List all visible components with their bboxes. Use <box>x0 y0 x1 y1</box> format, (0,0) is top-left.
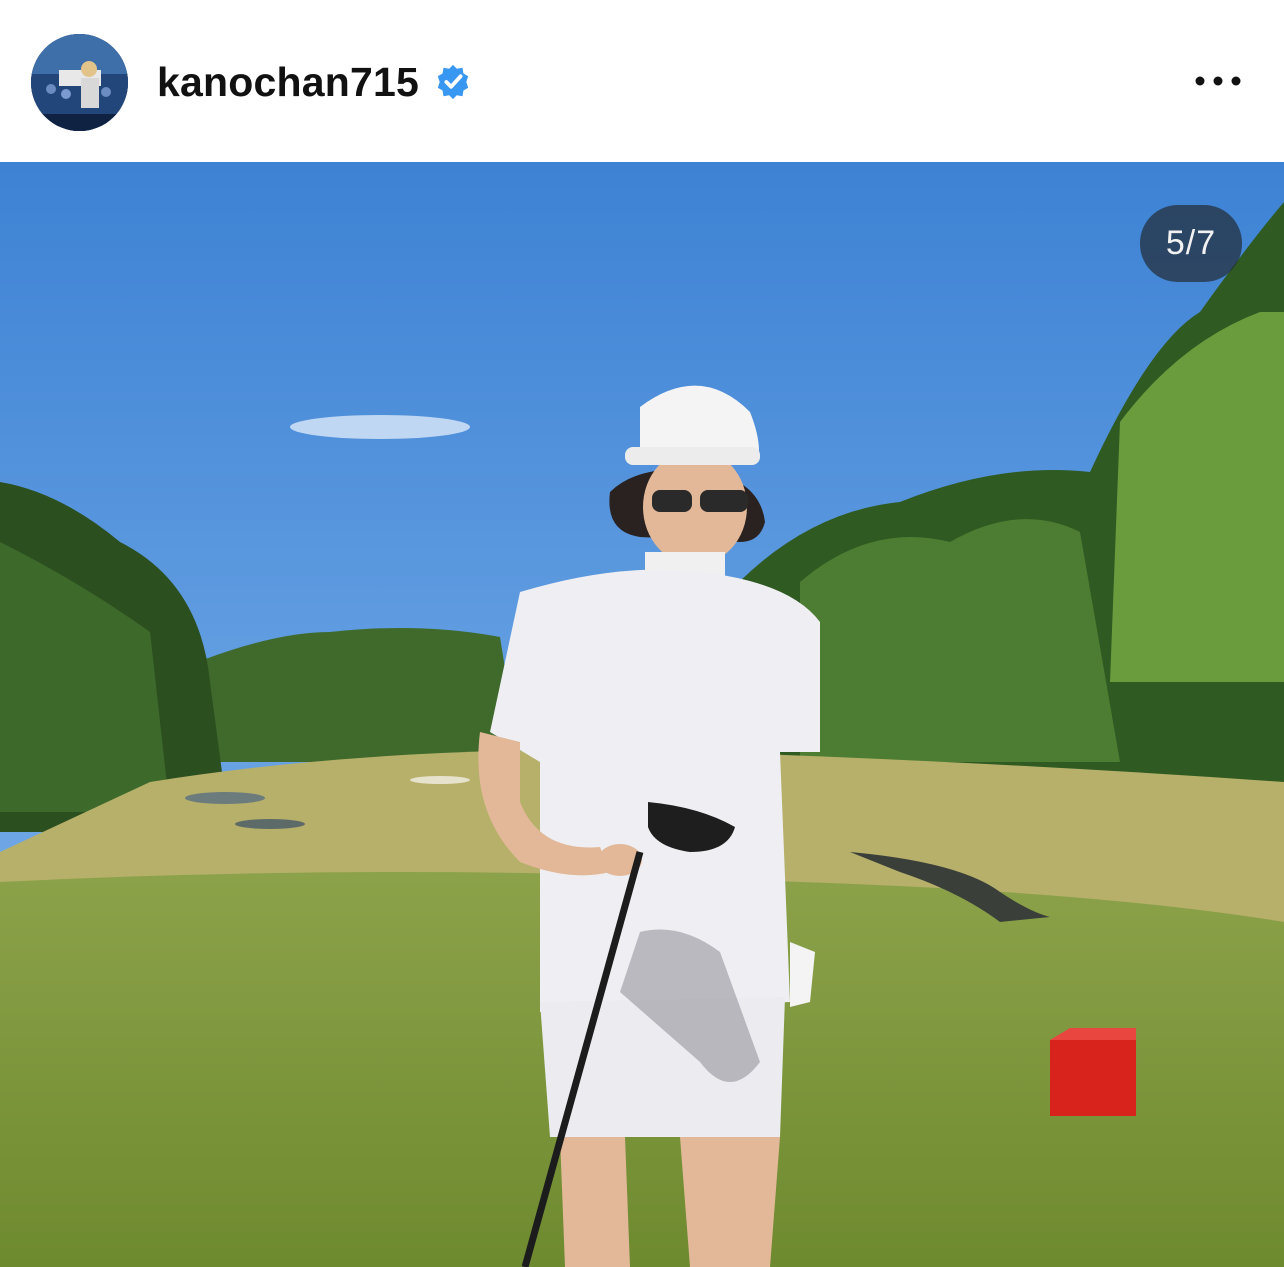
more-options-icon[interactable] <box>1190 62 1246 100</box>
verified-badge-icon <box>437 64 469 100</box>
post-photo[interactable]: 5/7 <box>0 162 1284 1267</box>
carousel-counter: 5/7 <box>1140 205 1242 282</box>
username[interactable]: kanochan715 <box>157 56 419 108</box>
golf-course-photo <box>0 162 1284 1267</box>
avatar-image <box>31 34 128 131</box>
post-header: kanochan715 <box>0 0 1284 162</box>
profile-avatar[interactable] <box>31 34 128 131</box>
